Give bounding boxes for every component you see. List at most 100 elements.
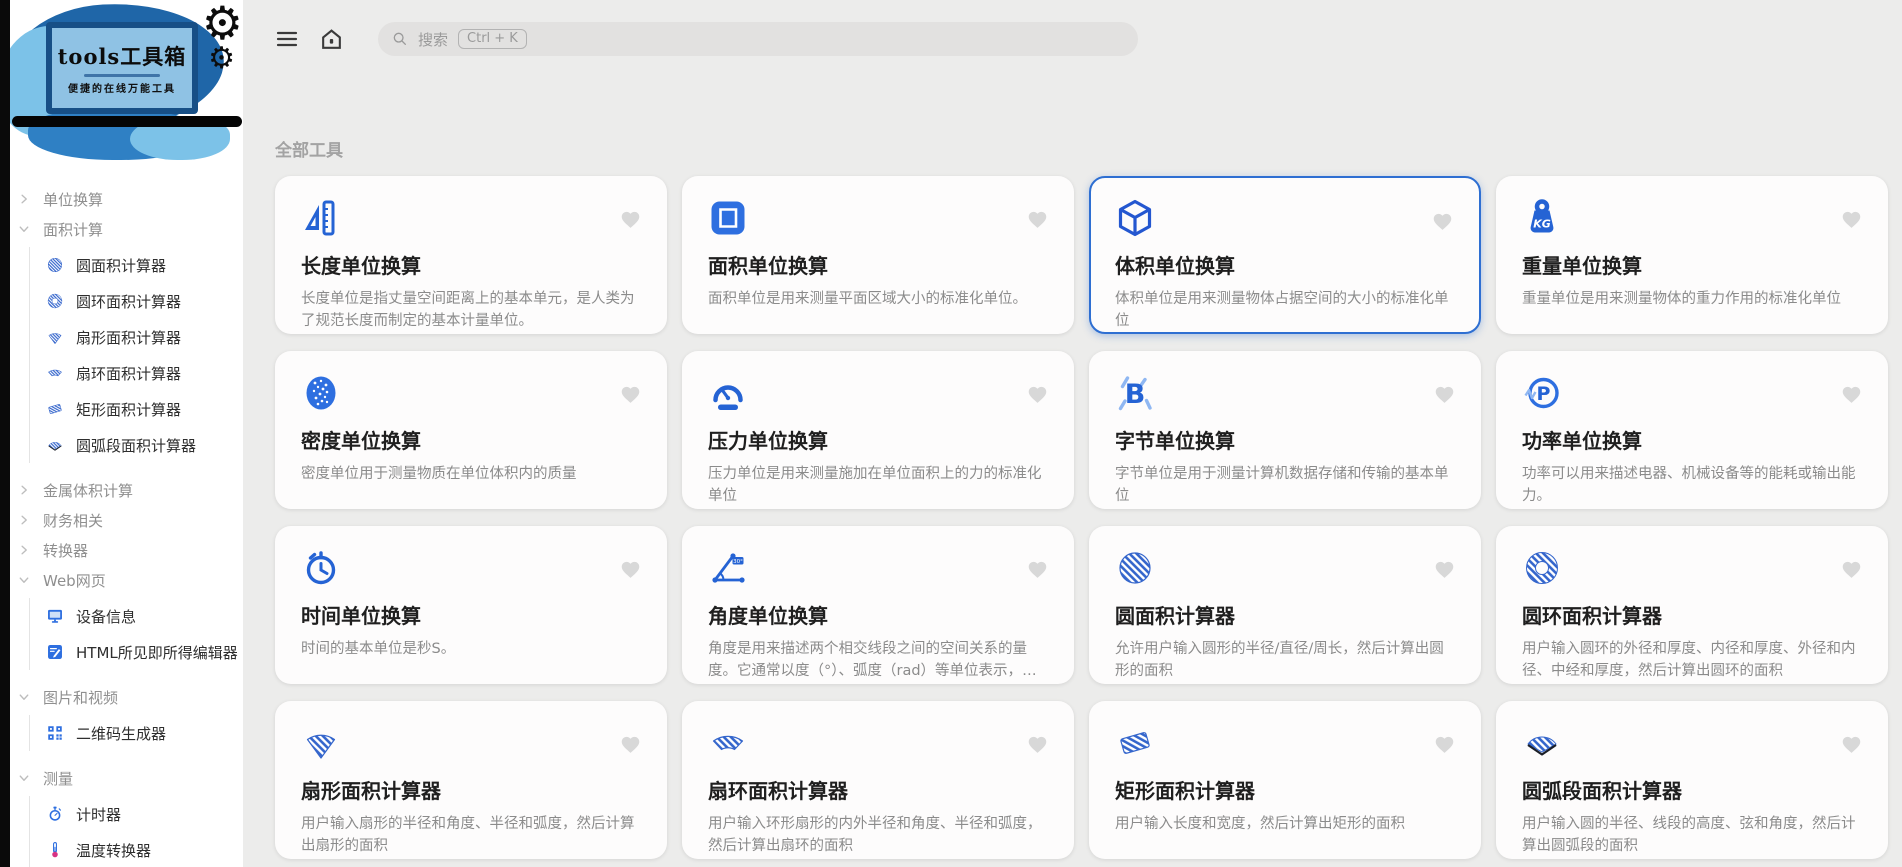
app-logo[interactable]: tools工具箱 便捷的在线万能工具 ⚙ ⚙ [10, 0, 243, 170]
sidebar-item-1-3[interactable]: 扇环面积计算器 [46, 355, 239, 391]
menu-toggle-button[interactable] [275, 27, 299, 51]
favorite-button[interactable] [620, 210, 641, 235]
heart-icon [621, 736, 640, 753]
logo-subtitle: 便捷的在线万能工具 [68, 84, 176, 95]
logo-underline [84, 74, 160, 77]
heart-icon [1435, 561, 1454, 578]
sidebar-group-label: 转换器 [43, 541, 89, 560]
tool-card-4[interactable]: 密度单位换算 密度单位用于测量物质在单位体积内的质量 [275, 351, 667, 509]
sidebar-item-1-0[interactable]: 圆面积计算器 [46, 247, 239, 283]
tool-card-7[interactable]: P 功率单位换算 功率可以用来描述电器、机械设备等的能耗或输出能力。 [1496, 351, 1888, 509]
search-placeholder: 搜索 [418, 30, 449, 49]
sidebar: tools工具箱 便捷的在线万能工具 ⚙ ⚙ 单位换算面积计算圆面积计算器圆环面… [10, 0, 243, 867]
heart-icon [1028, 561, 1047, 578]
sidebar-group-5[interactable]: Web网页 [18, 565, 239, 595]
time-clock-icon [306, 551, 336, 585]
monitor-icon [48, 609, 62, 623]
favorite-button[interactable] [1027, 385, 1048, 410]
favorite-button[interactable] [620, 560, 641, 585]
favorite-button[interactable] [1434, 735, 1455, 760]
sidebar-group-0[interactable]: 单位换算 [18, 184, 239, 214]
ring-hatch-icon [47, 293, 63, 309]
sidebar-item-5-1[interactable]: HTML所见即所得编辑器 [46, 634, 239, 670]
tool-card-description: 允许用户输入圆形的半径/直径/周长，然后计算出圆形的面积 [1115, 641, 1444, 680]
sidebar-item-label: 计时器 [76, 805, 122, 824]
rect-hatch-icon [1120, 732, 1150, 754]
tool-card-5[interactable]: 压力单位换算 压力单位是用来测量施加在单位面积上的力的标准化单位 [682, 351, 1074, 509]
svg-text:KG: KG [1533, 218, 1551, 231]
tool-card-description: 字节单位是用于测量计算机数据存储和传输的基本单位 [1115, 466, 1449, 505]
main-area: 搜索 Ctrl + K 全部工具 长度单位换算 长度单位是指丈量空间距离上的基本单… [243, 0, 1902, 867]
tool-card-description: 体积单位是用来测量物体占据空间的大小的标准化单位 [1115, 291, 1449, 330]
sidebar-group-label: 单位换算 [43, 190, 104, 209]
favorite-button[interactable] [1841, 735, 1862, 760]
volume-cube-icon [1118, 199, 1152, 237]
tool-card-title: 圆面积计算器 [1115, 604, 1235, 628]
svg-text:P: P [1537, 383, 1551, 405]
chevron-right-icon [21, 545, 27, 555]
logo-laptop-screen: tools工具箱 便捷的在线万能工具 [46, 22, 198, 114]
favorite-button[interactable] [1841, 560, 1862, 585]
search-input[interactable]: 搜索 Ctrl + K [378, 22, 1138, 56]
logo-laptop-base [12, 116, 242, 127]
sidebar-item-label: 设备信息 [76, 607, 137, 626]
byte-icon: B [1118, 376, 1152, 411]
favorite-button[interactable] [1841, 210, 1862, 235]
tool-card-14[interactable]: 矩形面积计算器 用户输入长度和宽度，然后计算出矩形的面积 [1089, 701, 1481, 859]
favorite-button[interactable] [1434, 560, 1455, 585]
favorite-button[interactable] [1434, 385, 1455, 410]
sidebar-item-6-0[interactable]: 二维码生成器 [46, 715, 239, 751]
tool-card-10[interactable]: 圆面积计算器允许用户输入圆形的半径/直径/周长，然后计算出圆形的面积 [1089, 526, 1481, 684]
favorite-button[interactable] [1027, 560, 1048, 585]
sidebar-group-4[interactable]: 转换器 [18, 535, 239, 565]
favorite-button[interactable] [1027, 210, 1048, 235]
tool-card-8[interactable]: 时间单位换算 时间的基本单位是秒S。 [275, 526, 667, 684]
sidebar-item-7-1[interactable]: 温度转换器 [46, 832, 239, 867]
tool-card-15[interactable]: 圆弧段面积计算器 用户输入圆的半径、线段的高度、弦和角度，然后计算出圆弧段的面积 [1496, 701, 1888, 859]
sidebar-item-1-4[interactable]: 矩形面积计算器 [46, 391, 239, 427]
sidebar-group-2[interactable]: 金属体积计算 [18, 475, 239, 505]
pressure-gauge-icon [713, 385, 743, 410]
sidebar-group-3[interactable]: 财务相关 [18, 505, 239, 535]
sidebar-group-1[interactable]: 面积计算 [18, 214, 239, 244]
segment-hatch-icon [48, 442, 62, 451]
sidebar-item-label: 矩形面积计算器 [76, 400, 182, 419]
favorite-button[interactable] [620, 735, 641, 760]
tool-card-12[interactable]: 扇形面积计算器 用户输入扇形的半径和角度、半径和弧度，然后计算出扇形的面积 [275, 701, 667, 859]
favorite-button[interactable] [1027, 735, 1048, 760]
sidebar-item-1-1[interactable]: 圆环面积计算器 [46, 283, 239, 319]
sidebar-group-label: 图片和视频 [43, 688, 119, 707]
heart-icon [1435, 736, 1454, 753]
favorite-button[interactable] [1841, 385, 1862, 410]
annulus-sector-hatch-icon [712, 735, 744, 751]
area-square-icon [711, 201, 745, 235]
sidebar-item-1-5[interactable]: 圆弧段面积计算器 [46, 427, 239, 463]
tool-card-description: 用户输入长度和宽度，然后计算出矩形的面积 [1115, 816, 1405, 832]
sidebar-children: 二维码生成器 [29, 715, 239, 751]
tool-card-6[interactable]: B 字节单位换算 字节单位是用于测量计算机数据存储和传输的基本单位 [1089, 351, 1481, 509]
sidebar-item-label: 圆面积计算器 [76, 256, 167, 275]
favorite-button[interactable] [1432, 212, 1453, 237]
heart-icon [1842, 386, 1861, 403]
sidebar-item-7-0[interactable]: 计时器 [46, 796, 239, 832]
tool-card-1[interactable]: 面积单位换算 面积单位是用来测量平面区域大小的标准化单位。 [682, 176, 1074, 334]
tool-card-11[interactable]: 圆环面积计算器 用户输入圆环的外径和厚度、内径和厚度、外径和内径、中经和厚度，然后… [1496, 526, 1888, 684]
tool-card-description: 压力单位是用来测量施加在单位面积上的力的标准化单位 [708, 466, 1042, 505]
sidebar-group-7[interactable]: 测量 [18, 763, 239, 793]
sidebar-item-5-0[interactable]: 设备信息 [46, 598, 239, 634]
tool-card-0[interactable]: 长度单位换算 长度单位是指丈量空间距离上的基本单元，是人类为了规范长度而制定的基本… [275, 176, 667, 334]
tool-card-9[interactable]: 30° 角度单位换算 角度是用来描述两个相交线段之间的空间关系的量度。它通常以度（°… [682, 526, 1074, 684]
tool-card-3[interactable]: KG 重量单位换算 重量单位是用来测量物体的重力作用的标准化单位 [1496, 176, 1888, 334]
sidebar-children: 设备信息 HTML所见即所得编辑器 [29, 598, 239, 670]
tool-card-description: 密度单位用于测量物质在单位体积内的质量 [301, 466, 577, 482]
tool-card-13[interactable]: 扇环面积计算器 用户输入环形扇形的内外半径和角度、半径和弧度，然后计算出扇环的面积 [682, 701, 1074, 859]
thermometer-icon [52, 842, 58, 858]
sidebar-item-1-2[interactable]: 扇形面积计算器 [46, 319, 239, 355]
home-button[interactable] [319, 27, 344, 52]
sidebar-group-label: 面积计算 [43, 220, 104, 239]
stopwatch-icon [49, 806, 61, 821]
sidebar-group-6[interactable]: 图片和视频 [18, 682, 239, 712]
tool-card-2[interactable]: 体积单位换算 体积单位是用来测量物体占据空间的大小的标准化单位 [1089, 176, 1481, 334]
heart-icon [1028, 211, 1047, 228]
favorite-button[interactable] [620, 385, 641, 410]
